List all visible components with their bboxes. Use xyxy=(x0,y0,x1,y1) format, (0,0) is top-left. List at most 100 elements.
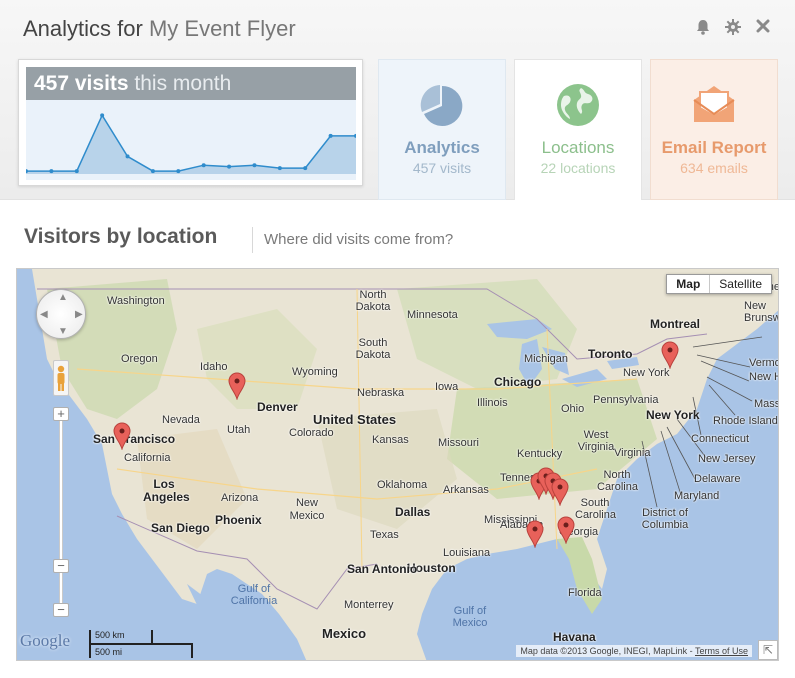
sparkline-point xyxy=(49,169,54,174)
tile-locations[interactable]: Locations 22 locations xyxy=(514,59,642,200)
visits-count: 457 visits xyxy=(34,72,129,95)
label-gulf-of-california: Gulf of California xyxy=(230,583,278,607)
zoom-out-button[interactable]: − xyxy=(53,603,69,617)
map-type-control: Map Satellite xyxy=(666,274,772,294)
label-phoenix: Phoenix xyxy=(215,513,262,527)
sparkline-point xyxy=(277,166,282,171)
tile-email-sub: 634 emails xyxy=(680,160,748,176)
label-nevada: Nevada xyxy=(162,414,200,426)
label-new-mexico: New Mexico xyxy=(289,497,325,522)
location-pin[interactable] xyxy=(228,372,246,401)
label-rhode-island: Rhode Island xyxy=(713,415,778,427)
scale-km: 500 km xyxy=(95,630,125,640)
visitors-map[interactable]: Washington Oregon Idaho Wyoming Nevada U… xyxy=(16,268,779,661)
zoom-slider-track[interactable] xyxy=(59,419,63,609)
section-title: Visitors by location xyxy=(24,225,218,248)
label-michigan: Michigan xyxy=(524,353,569,365)
street-view-pegman-icon[interactable] xyxy=(53,360,69,396)
label-idaho: Idaho xyxy=(200,361,228,373)
tile-analytics-sub: 457 visits xyxy=(412,160,472,176)
label-washington: Washington xyxy=(107,295,165,307)
sparkline-point xyxy=(100,113,105,118)
pan-left-icon[interactable]: ◀ xyxy=(40,309,48,320)
label-san-francisco: San Francisco xyxy=(93,432,176,446)
label-maryland: Maryland xyxy=(674,490,720,502)
map-type-map-button[interactable]: Map xyxy=(667,275,711,293)
location-pin[interactable] xyxy=(526,520,544,549)
pie-chart-icon xyxy=(379,82,505,130)
sparkline-point xyxy=(74,169,79,174)
page-title: Analytics for My Event Flyer xyxy=(23,16,296,42)
tile-email-report[interactable]: Email Report 634 emails xyxy=(650,59,778,200)
label-new-york-city: New York xyxy=(646,408,700,422)
pan-right-icon[interactable]: ▶ xyxy=(75,309,83,320)
window-icons xyxy=(693,18,773,38)
pan-up-icon[interactable]: ▲ xyxy=(58,292,68,303)
map-attribution: Map data ©2013 Google, INEGI, MapLink - … xyxy=(516,645,752,657)
label-vermont: Vermont xyxy=(749,357,778,369)
pan-control[interactable]: ▲ ▼ ◀ ▶ xyxy=(36,289,86,339)
sparkline-point xyxy=(125,154,130,159)
label-district-of-columbia: District of Columbia xyxy=(641,507,689,531)
label-ohio: Ohio xyxy=(561,403,585,415)
terms-of-use-link[interactable]: Terms of Use xyxy=(695,646,748,656)
envelope-icon xyxy=(651,82,777,130)
sparkline-point xyxy=(328,133,333,138)
visits-count-bar: 457 visits this month xyxy=(26,67,356,100)
section-divider xyxy=(252,227,253,253)
bell-icon[interactable] xyxy=(693,18,713,38)
sparkline-point xyxy=(252,163,257,168)
label-chicago: Chicago xyxy=(494,375,542,389)
gear-icon[interactable] xyxy=(723,18,743,38)
label-dallas: Dallas xyxy=(395,505,431,519)
label-wyoming: Wyoming xyxy=(292,366,338,378)
label-toronto: Toronto xyxy=(588,347,633,361)
label-monterrey: Monterrey xyxy=(344,599,394,611)
app-header: Analytics for My Event Flyer 457 visits … xyxy=(0,0,795,200)
location-pin[interactable] xyxy=(113,422,131,451)
label-new-hampshire: New Hampshire xyxy=(749,371,778,383)
attribution-text: Map data ©2013 Google, INEGI, MapLink - xyxy=(520,646,693,656)
tile-email-label: Email Report xyxy=(661,138,767,157)
zoom-slider-handle[interactable]: − xyxy=(53,559,69,573)
label-west-virginia: West Virginia xyxy=(577,429,615,453)
label-new-brunswick: New Brunswick xyxy=(744,300,778,324)
label-san-diego: San Diego xyxy=(151,521,210,535)
location-pin[interactable] xyxy=(557,516,575,545)
expand-map-icon[interactable]: ⇱ xyxy=(758,640,778,660)
tile-analytics[interactable]: Analytics 457 visits xyxy=(378,59,506,200)
label-gulf-of-mexico: Gulf of Mexico xyxy=(452,605,488,629)
label-havana: Havana xyxy=(553,630,596,644)
label-florida: Florida xyxy=(568,587,602,599)
label-missouri: Missouri xyxy=(438,437,479,449)
label-north-dakota: North Dakota xyxy=(355,289,391,313)
label-massachusetts: Massachusetts xyxy=(754,398,778,410)
label-new-jersey: New Jersey xyxy=(698,453,756,465)
label-oklahoma: Oklahoma xyxy=(377,479,428,491)
google-logo[interactable]: Google xyxy=(20,631,70,651)
close-icon[interactable] xyxy=(753,18,773,38)
map-type-satellite-button[interactable]: Satellite xyxy=(710,275,771,293)
label-arizona: Arizona xyxy=(221,492,259,504)
label-south-dakota: South Dakota xyxy=(355,337,391,361)
pan-down-icon[interactable]: ▼ xyxy=(58,326,68,337)
label-california: California xyxy=(124,452,171,464)
label-utah: Utah xyxy=(227,424,251,436)
zoom-in-button[interactable]: + xyxy=(53,407,69,421)
label-north-carolina: North Carolina xyxy=(597,469,638,493)
title-prefix: Analytics for xyxy=(23,16,143,41)
location-pin[interactable] xyxy=(551,478,569,507)
label-oregon: Oregon xyxy=(121,353,158,365)
label-arkansas: Arkansas xyxy=(443,484,489,496)
sparkline-point xyxy=(176,169,181,174)
globe-icon xyxy=(515,82,641,130)
visits-sparkline xyxy=(26,100,356,180)
label-illinois: Illinois xyxy=(477,397,508,409)
label-denver: Denver xyxy=(257,400,298,414)
label-delaware: Delaware xyxy=(694,473,741,485)
label-mexico: Mexico xyxy=(322,626,367,641)
location-pin[interactable] xyxy=(661,341,679,370)
label-montreal: Montreal xyxy=(650,317,701,331)
label-kentucky: Kentucky xyxy=(517,448,563,460)
visits-summary-card[interactable]: 457 visits this month xyxy=(18,59,363,186)
